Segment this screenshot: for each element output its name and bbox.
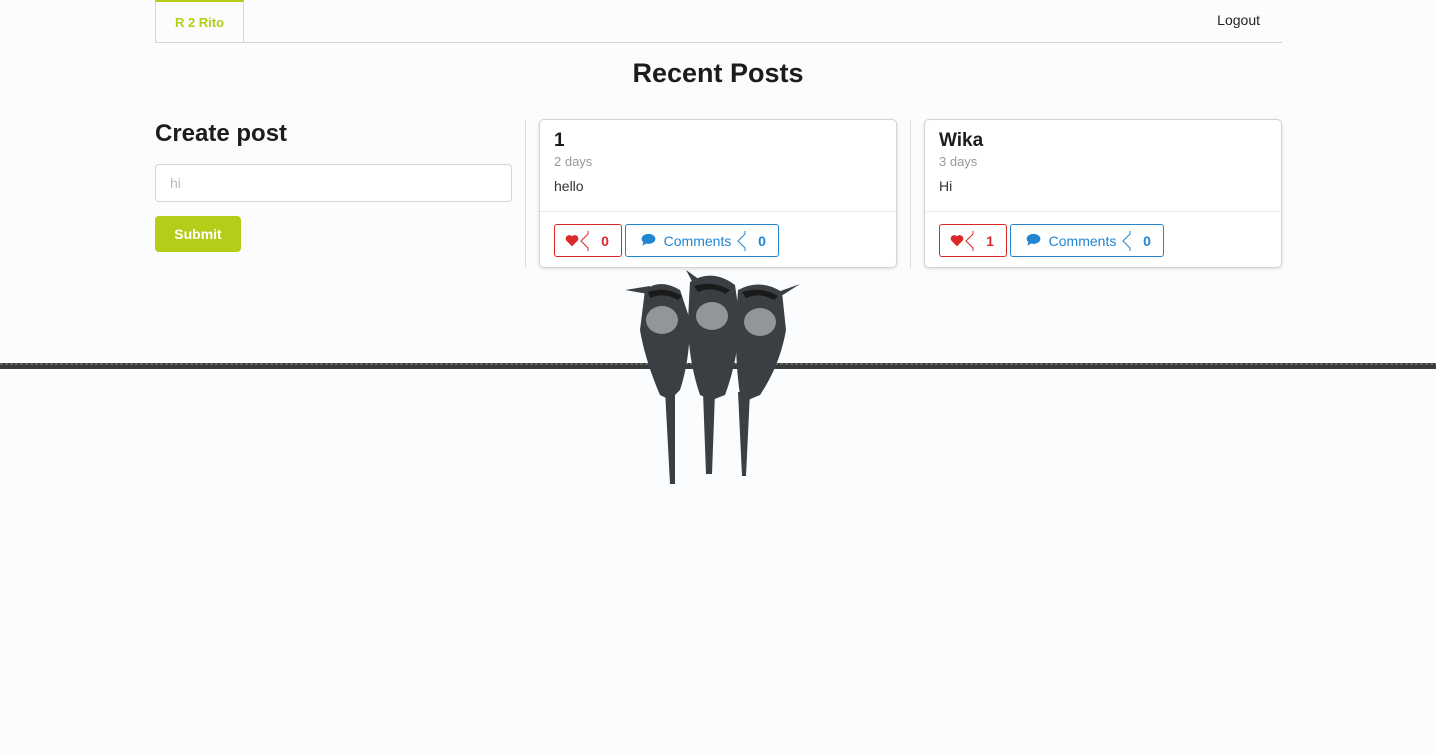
comments-label: Comments xyxy=(1048,232,1117,249)
comments-label: Comments xyxy=(663,232,732,249)
like-count: 1 xyxy=(965,224,1007,257)
post-actions: 1 Comments 0 xyxy=(939,224,1167,257)
comments-count: 0 xyxy=(1122,224,1164,257)
post-age: 2 days xyxy=(554,154,593,169)
post-header: 1 2 days hello xyxy=(540,120,896,212)
post-body: Hi xyxy=(939,178,953,194)
top-nav: R 2 Rito Logout xyxy=(155,0,1282,43)
submit-button[interactable]: Submit xyxy=(155,216,241,252)
post-actions: 0 Comments 0 xyxy=(554,224,782,257)
comment-icon xyxy=(1026,233,1041,249)
create-post-form: Create post Submit xyxy=(155,120,512,252)
page-title: Recent Posts xyxy=(632,58,804,88)
background-birds-image xyxy=(0,270,1436,484)
like-button[interactable]: 0 xyxy=(554,224,622,257)
comments-label-part: Comments xyxy=(625,224,746,257)
post-body: hello xyxy=(554,178,584,194)
post-input[interactable] xyxy=(155,164,512,202)
brand-tab[interactable]: R 2 Rito xyxy=(155,0,244,42)
column-divider xyxy=(525,120,526,268)
post-header: Wika 3 days Hi xyxy=(925,120,1281,212)
post-title: 1 xyxy=(554,130,565,151)
comments-label-part: Comments xyxy=(1010,224,1131,257)
comments-button[interactable]: Comments 0 xyxy=(1010,224,1164,257)
post-age: 3 days xyxy=(939,154,978,169)
comments-count: 0 xyxy=(737,224,779,257)
logout-link[interactable]: Logout xyxy=(1217,12,1260,28)
like-button[interactable]: 1 xyxy=(939,224,1007,257)
comment-icon xyxy=(641,233,656,249)
like-count: 0 xyxy=(580,224,622,257)
post-card: Wika 3 days Hi 1 Comments 0 xyxy=(924,119,1282,268)
post-title: Wika xyxy=(939,130,984,151)
post-card: 1 2 days hello 0 Comments 0 xyxy=(539,119,897,268)
create-post-heading: Create post xyxy=(155,120,288,147)
column-divider xyxy=(910,120,911,268)
comments-button[interactable]: Comments 0 xyxy=(625,224,779,257)
